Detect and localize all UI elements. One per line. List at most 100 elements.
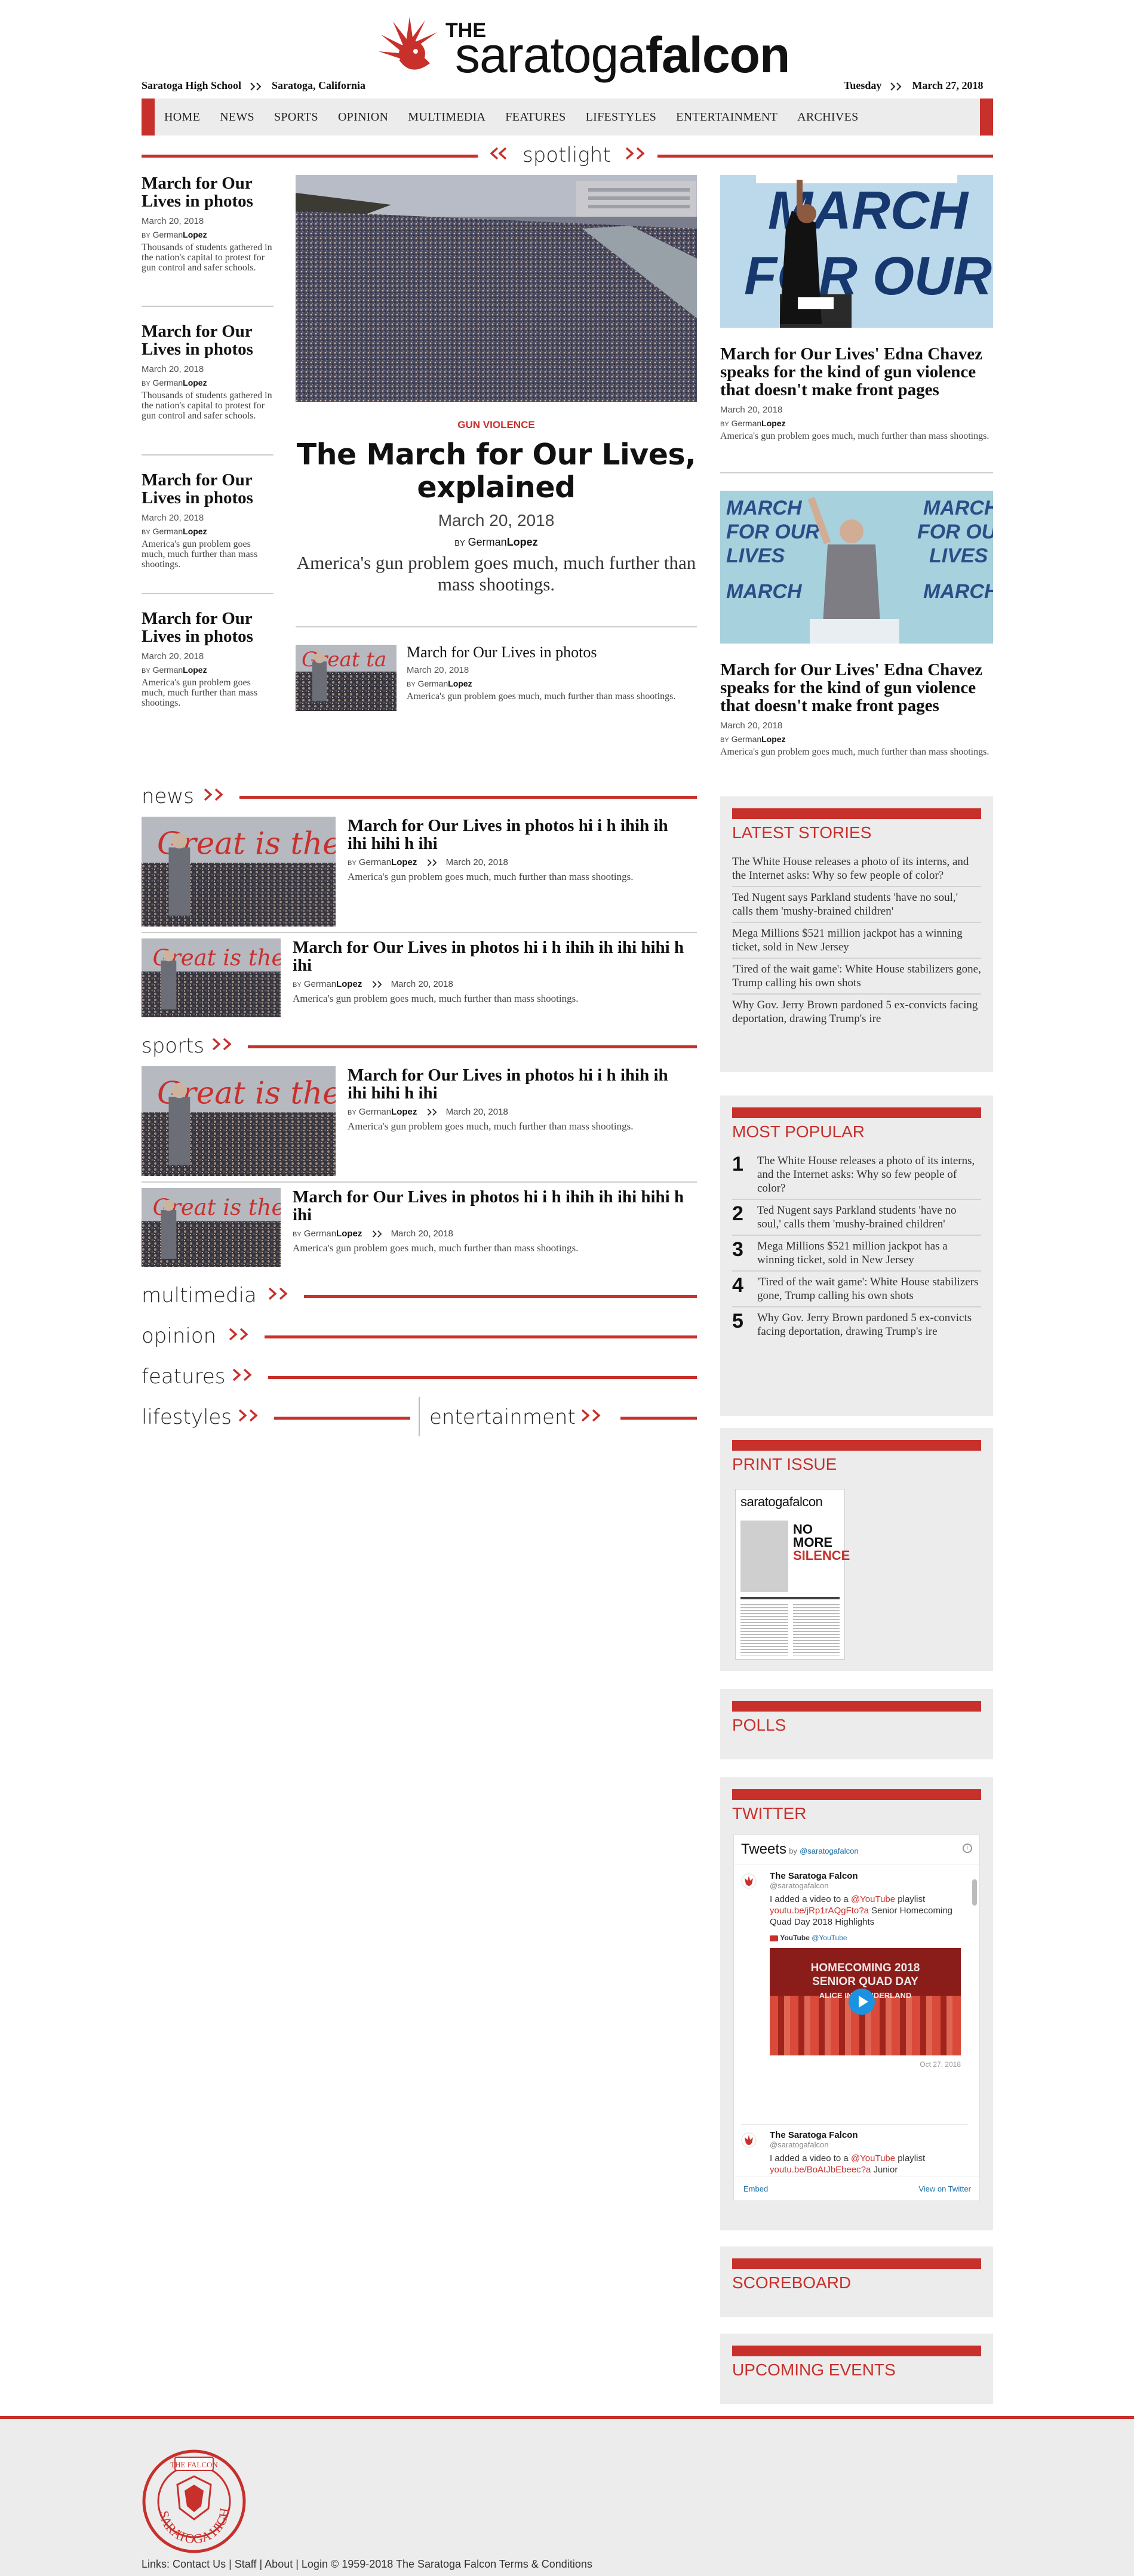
popular-story-link[interactable]: 1 The White House releases a photo of its… (732, 1150, 981, 1200)
popular-story-link[interactable]: 2 Ted Nugent says Parkland students 'have… (732, 1200, 981, 1236)
latest-story-link[interactable]: The White House releases a photo of its … (732, 851, 981, 887)
sub-feature-image[interactable]: Great ta (296, 645, 397, 711)
chevron-right-icon (581, 1409, 607, 1422)
play-icon[interactable] (849, 1989, 875, 2015)
popular-story-link[interactable]: 3 Mega Millions $521 million jackpot has … (732, 1236, 981, 1272)
widget-title: SCOREBOARD (732, 2273, 852, 2292)
nav-item-archives[interactable]: ARCHIVES (797, 110, 858, 124)
latest-story-link[interactable]: 'Tired of the wait game': White House st… (732, 959, 981, 995)
right-feature-image-2[interactable]: MARCH FOR OUR LIVES MARCH MARCH FOR OUR … (720, 491, 993, 644)
right-feature-image-1[interactable]: MARCH FOR OUR (720, 175, 993, 328)
nav-item-entertainment[interactable]: ENTERTAINMENT (676, 110, 777, 124)
contact-link[interactable]: Contact Us (173, 2558, 226, 2570)
spotlight-header: spotlight (142, 143, 993, 167)
right-feature-headline[interactable]: March for Our Lives' Edna Chavez speaks … (720, 661, 993, 715)
login-link[interactable]: Login (302, 2558, 328, 2570)
rally-photo: Great ta (296, 645, 397, 711)
rally-photo: Great is the Falcon (142, 1066, 336, 1176)
upcoming-events-widget: UPCOMING EVENTS (720, 2334, 993, 2404)
footer-links: Links: Contact Us | Staff | About | Logi… (142, 2558, 592, 2570)
spotlight-title: spotlight (523, 143, 611, 167)
tweets-label: Tweets (741, 1841, 787, 1857)
side-story-headline[interactable]: March for Our Lives in photos (142, 471, 273, 507)
nav-item-lifestyles[interactable]: LIFESTYLES (586, 110, 657, 124)
falcon-logo-icon (379, 17, 437, 70)
chevron-right-icon (212, 1038, 238, 1051)
nav-item-sports[interactable]: SPORTS (274, 110, 318, 124)
sub-headline[interactable]: March for Our Lives in photos (407, 644, 697, 661)
features-header[interactable]: features (142, 1365, 697, 1389)
terms-link[interactable]: Terms & Conditions (499, 2558, 592, 2570)
article-image[interactable]: Great is the Falcon (142, 1188, 281, 1267)
main-feature-image[interactable] (296, 175, 697, 402)
article-headline[interactable]: March for Our Lives in photos hi i h ihi… (293, 1188, 697, 1224)
rally-photo: Great is the Falcon (142, 1188, 281, 1267)
tweet[interactable]: The Saratoga Falcon @saratogafalcon I ad… (741, 2130, 968, 2175)
scrollbar[interactable] (972, 1879, 977, 1906)
nav-item-home[interactable]: HOME (164, 110, 200, 124)
section-title: news (142, 784, 194, 808)
side-story-headline[interactable]: March for Our Lives in photos (142, 174, 273, 210)
chevron-right-icon (426, 1109, 440, 1116)
chevron-left-icon (481, 147, 507, 160)
side-story: March for Our Lives in photos March 20, 2… (142, 322, 273, 421)
article-card: Great is the Falcon March for Our Lives i… (142, 1066, 697, 1182)
article-image[interactable]: Great is the Falcon (142, 938, 281, 1017)
entertainment-header[interactable]: entertainment (429, 1405, 697, 1429)
svg-text:MARCH: MARCH (923, 580, 993, 603)
right-feature-headline[interactable]: March for Our Lives' Edna Chavez speaks … (720, 345, 993, 399)
tweet[interactable]: The Saratoga Falcon @saratogafalcon I ad… (741, 1871, 968, 2069)
side-story-headline[interactable]: March for Our Lives in photos (142, 322, 273, 358)
latest-story-link[interactable]: Ted Nugent says Parkland students 'have … (732, 887, 981, 923)
nav-item-multimedia[interactable]: MULTIMEDIA (408, 110, 485, 124)
svg-text:MARCH: MARCH (923, 497, 993, 519)
view-on-twitter-link[interactable]: View on Twitter (918, 2184, 971, 2193)
article-headline[interactable]: March for Our Lives in photos hi i h ihi… (348, 817, 687, 852)
sub-feature: March for Our Lives in photos March 20, … (407, 644, 697, 701)
twitter-timeline[interactable]: Tweets by @saratogafalcon i The Saratoga… (733, 1835, 980, 2201)
twitter-handle-link[interactable]: @saratogafalcon (800, 1846, 858, 1855)
side-story-headline[interactable]: March for Our Lives in photos (142, 610, 273, 645)
site-logo[interactable]: THE saratogafalcon (375, 11, 790, 83)
speaker-photo: MARCH FOR OUR (720, 175, 993, 328)
sports-header[interactable]: sports (142, 1034, 697, 1058)
video-thumbnail[interactable]: HOMECOMING 2018 SENIOR QUAD DAY ALICE IN W… (770, 1948, 961, 2055)
svg-text:LIVES: LIVES (726, 544, 785, 567)
print-cover[interactable]: saratogafalcon NO MORE SILENCE (735, 1489, 850, 1660)
lifestyles-header[interactable]: lifestyles (142, 1405, 410, 1429)
widget-title: TWITTER (732, 1804, 807, 1823)
about-link[interactable]: About (265, 2558, 293, 2570)
latest-story-link[interactable]: Why Gov. Jerry Brown pardoned 5 ex-convi… (732, 995, 981, 1029)
date-meta: Tuesday March 27, 2018 (844, 79, 984, 92)
staff-link[interactable]: Staff (235, 2558, 257, 2570)
nav-item-news[interactable]: NEWS (220, 110, 254, 124)
multimedia-header[interactable]: multimedia (142, 1284, 697, 1307)
latest-story-link[interactable]: Mega Millions $521 million jackpot has a… (732, 923, 981, 959)
section-title: sports (142, 1034, 205, 1058)
main-byline: BY GermanLopez (454, 536, 538, 548)
chevron-right-icon (889, 82, 905, 91)
print-issue-widget: PRINT ISSUE saratogafalcon NO MORE SILENCE (720, 1428, 993, 1671)
article-image[interactable]: Great is the Falcon (142, 1066, 336, 1176)
side-story: March for Our Lives in photos March 20, 2… (142, 471, 273, 570)
nav-item-opinion[interactable]: OPINION (338, 110, 388, 124)
popular-story-link[interactable]: 5 Why Gov. Jerry Brown pardoned 5 ex-conv… (732, 1307, 981, 1342)
news-header[interactable]: news (142, 784, 697, 808)
main-headline[interactable]: The March for Our Lives, explained (296, 438, 697, 504)
right-feature-1: March for Our Lives' Edna Chavez speaks … (720, 345, 993, 441)
article-headline[interactable]: March for Our Lives in photos hi i h ihi… (293, 938, 697, 974)
section-title: features (142, 1365, 226, 1389)
chevron-right-icon (268, 1287, 294, 1300)
svg-text:FOR OUR: FOR OUR (726, 521, 820, 543)
article-image[interactable]: Great is the Falcon (142, 817, 336, 927)
svg-text:MARCH: MARCH (726, 580, 803, 603)
svg-text:THE FALCON: THE FALCON (170, 2460, 218, 2469)
chevron-right-icon (249, 82, 265, 91)
school-seal-icon[interactable]: SARATOGA HIGH SCHOOL THE FALCON (142, 2449, 247, 2554)
opinion-header[interactable]: opinion (142, 1324, 697, 1348)
embed-link[interactable]: Embed (743, 2184, 768, 2193)
popular-story-link[interactable]: 4 'Tired of the wait game': White House s… (732, 1272, 981, 1307)
article-headline[interactable]: March for Our Lives in photos hi i h ihi… (348, 1066, 687, 1102)
info-icon[interactable]: i (963, 1843, 972, 1853)
nav-item-features[interactable]: FEATURES (505, 110, 566, 124)
